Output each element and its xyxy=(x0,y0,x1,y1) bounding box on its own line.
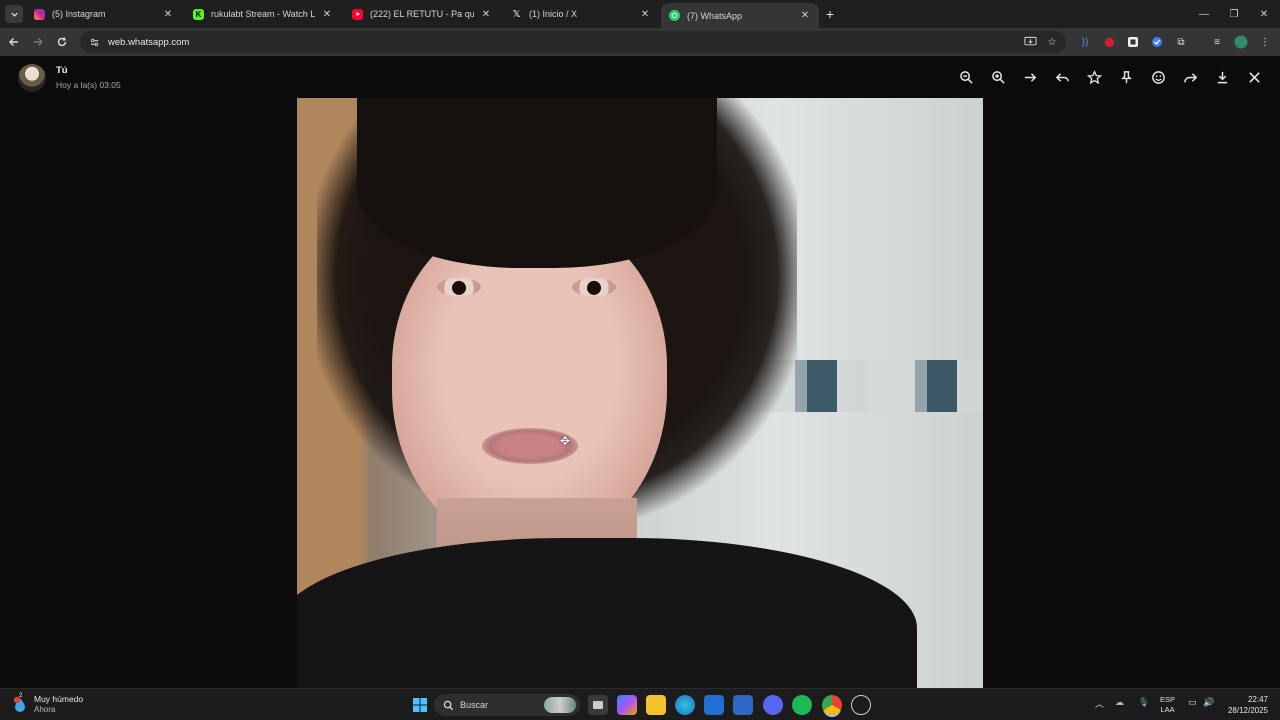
site-settings-icon[interactable] xyxy=(87,35,101,49)
search-highlight-icon xyxy=(544,697,576,713)
reply-icon[interactable] xyxy=(1053,68,1071,86)
sender-name: Tú xyxy=(56,65,68,76)
microsoft-store-icon[interactable] xyxy=(704,695,724,715)
zoom-in-icon[interactable] xyxy=(989,68,1007,86)
new-tab-button[interactable]: + xyxy=(822,6,838,22)
outlook-mail-icon[interactable] xyxy=(733,695,753,715)
tab-x[interactable]: 𝕏 (1) Inicio / X ✕ xyxy=(503,2,659,26)
tab-title: (5) Instagram xyxy=(52,9,106,19)
emoji-react-icon[interactable] xyxy=(1149,68,1167,86)
language-indicator[interactable]: ESP LAA xyxy=(1160,695,1175,715)
chevron-down-icon xyxy=(10,12,18,17)
kick-icon: K xyxy=(193,8,204,20)
windows-taskbar: 2 Muy húmedo Ahora Buscar ︿ ☁ 🎙 ESP LAA … xyxy=(0,688,1280,720)
media-viewer: Tú Hoy a la(s) 03:05 ✥ xyxy=(0,56,1280,688)
keyboard-layout: LAA xyxy=(1160,705,1175,714)
profile-avatar-icon[interactable] xyxy=(1233,34,1249,50)
copilot-icon[interactable] xyxy=(617,695,637,715)
spotify-icon[interactable] xyxy=(792,695,812,715)
bookmark-star-icon[interactable]: ☆ xyxy=(1044,34,1060,50)
viewer-header: Tú Hoy a la(s) 03:05 xyxy=(0,56,1280,98)
onedrive-cloud-icon[interactable]: ☁ xyxy=(1115,697,1124,708)
extension-square-icon[interactable] xyxy=(1125,34,1141,50)
close-tab-icon[interactable]: ✕ xyxy=(321,8,333,20)
clock-date: 28/12/2025 xyxy=(1227,706,1268,715)
reload-icon[interactable] xyxy=(53,33,71,51)
more-menu-icon[interactable]: ⋮ xyxy=(1257,34,1273,50)
close-tab-icon[interactable]: ✕ xyxy=(162,8,174,20)
tab-search-button[interactable] xyxy=(5,5,23,23)
download-icon[interactable] xyxy=(1213,68,1231,86)
tab-title: (222) EL RETUTU - Pa que mue xyxy=(370,9,474,19)
move-cursor-icon: ✥ xyxy=(560,434,571,448)
clock-app-icon[interactable] xyxy=(851,695,871,715)
minimize-icon[interactable]: — xyxy=(1194,4,1214,24)
weather-subtitle: Ahora xyxy=(34,705,56,714)
close-window-icon[interactable]: ✕ xyxy=(1254,4,1274,24)
tab-kick[interactable]: K rukulabt Stream - Watch Live o ✕ xyxy=(185,2,341,26)
close-viewer-icon[interactable] xyxy=(1245,68,1263,86)
x-icon: 𝕏 xyxy=(512,8,521,20)
tab-title: (1) Inicio / X xyxy=(529,9,578,19)
back-arrow-icon[interactable] xyxy=(5,33,23,51)
tab-title: (7) WhatsApp xyxy=(687,10,743,21)
browser-toolbar: web.whatsapp.com ☆ )) ⧉ ≡ ⋮ xyxy=(0,28,1280,56)
discord-icon[interactable] xyxy=(763,695,783,715)
tab-title: rukulabt Stream - Watch Live o xyxy=(211,9,315,19)
volume-icon[interactable]: 🔊 xyxy=(1203,697,1214,708)
reading-list-icon[interactable]: ≡ xyxy=(1209,34,1225,50)
weather-title: Muy húmedo xyxy=(34,694,84,704)
forward-arrow-icon[interactable] xyxy=(29,33,47,51)
forward-icon[interactable] xyxy=(1181,68,1199,86)
star-icon[interactable] xyxy=(1085,68,1103,86)
show-hidden-icons-icon[interactable]: ︿ xyxy=(1095,697,1104,710)
taskbar-search-box[interactable]: Buscar xyxy=(434,694,580,716)
avatar[interactable] xyxy=(18,64,46,92)
network-icon[interactable]: ▭ xyxy=(1188,697,1197,708)
photo-right-eye xyxy=(572,278,616,296)
address-bar[interactable]: web.whatsapp.com xyxy=(80,31,1066,53)
extension-red-icon[interactable] xyxy=(1101,34,1117,50)
search-icon xyxy=(443,700,454,710)
edge-browser-icon[interactable] xyxy=(675,695,695,715)
microphone-icon[interactable]: 🎙 xyxy=(1138,697,1149,708)
pin-icon[interactable] xyxy=(1117,68,1135,86)
youtube-icon xyxy=(352,8,363,20)
close-tab-icon[interactable]: ✕ xyxy=(799,10,811,22)
browser-tab-strip: (5) Instagram ✕ K rukulabt Stream - Watc… xyxy=(0,0,1280,28)
task-view-icon[interactable] xyxy=(588,695,608,715)
weather-badge: 2 xyxy=(19,693,23,699)
system-clock[interactable]: 22:47 28/12/2025 xyxy=(1222,694,1268,716)
go-to-message-icon[interactable] xyxy=(1021,68,1039,86)
instagram-icon xyxy=(34,8,45,20)
restore-icon[interactable]: ❐ xyxy=(1224,4,1244,24)
tab-youtube[interactable]: (222) EL RETUTU - Pa que mue ✕ xyxy=(344,2,500,26)
close-tab-icon[interactable]: ✕ xyxy=(639,8,651,20)
language-code: ESP xyxy=(1160,695,1176,704)
close-tab-icon[interactable]: ✕ xyxy=(480,8,492,20)
zoom-out-icon[interactable] xyxy=(957,68,975,86)
extension-audio-icon[interactable]: )) xyxy=(1077,34,1093,50)
tab-whatsapp[interactable]: (7) WhatsApp ✕ xyxy=(661,3,819,28)
photo-left-eye xyxy=(437,278,481,296)
tab-instagram[interactable]: (5) Instagram ✕ xyxy=(26,2,182,26)
clock-time: 22:47 xyxy=(1247,695,1268,704)
start-icon[interactable] xyxy=(410,695,430,715)
extensions-puzzle-icon[interactable]: ⧉ xyxy=(1173,34,1189,50)
file-explorer-icon[interactable] xyxy=(646,695,666,715)
photo-fringe xyxy=(357,98,717,268)
extension-blue-icon[interactable] xyxy=(1149,34,1165,50)
media-image[interactable]: ✥ xyxy=(297,98,983,688)
chrome-browser-icon[interactable] xyxy=(822,695,842,715)
search-label: Buscar xyxy=(460,700,489,710)
whatsapp-icon xyxy=(669,10,680,21)
url-text: web.whatsapp.com xyxy=(108,36,190,48)
message-timestamp: Hoy a la(s) 03:05 xyxy=(56,80,121,90)
install-app-icon[interactable] xyxy=(1022,34,1038,50)
